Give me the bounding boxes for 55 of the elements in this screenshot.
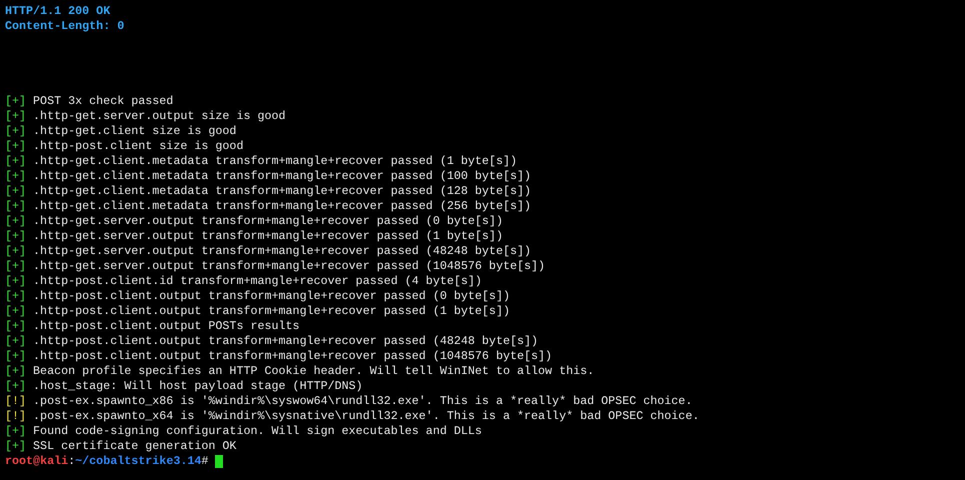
status-marker: [+] bbox=[5, 199, 26, 214]
log-line: .http-get.server.output size is good bbox=[33, 109, 286, 124]
status-marker: [+] bbox=[5, 109, 26, 124]
status-marker: [!] bbox=[5, 394, 26, 409]
log-line: .http-post.client.id transform+mangle+recover passed (4 byte[s]) bbox=[33, 274, 482, 289]
log-line: .http-get.server.output transform+mangle+recover passed (1 byte[s]) bbox=[33, 229, 503, 244]
log-line: .http-post.client.output transform+mangle+recover passed (48248 byte[s]) bbox=[33, 334, 538, 349]
status-marker: [+] bbox=[5, 424, 26, 439]
text-cursor bbox=[215, 455, 224, 468]
log-line: .post-ex.spawnto_x64 is '%windir%\sysnative\rundll32.exe'. This is a *really* bad OPSEC choice. bbox=[33, 409, 700, 424]
status-marker: [+] bbox=[5, 259, 26, 274]
response-line: Content-Length: 0 bbox=[5, 19, 126, 34]
log-line: .post-ex.spawnto_x86 is '%windir%\syswow64\rundll32.exe'. This is a *really* bad OPSEC choice. bbox=[33, 394, 692, 409]
prompt-symbol: # bbox=[201, 454, 208, 469]
log-line: .http-get.server.output transform+mangle+recover passed (0 byte[s]) bbox=[33, 214, 503, 229]
status-marker: [+] bbox=[5, 139, 26, 154]
log-line: .http-post.client.output transform+mangle+recover passed (0 byte[s]) bbox=[33, 289, 510, 304]
status-marker: [!] bbox=[5, 409, 26, 424]
prompt-separator: : bbox=[68, 454, 76, 469]
prompt-path: ~/cobaltstrike3.14 bbox=[75, 454, 202, 469]
status-marker: [+] bbox=[5, 289, 26, 304]
status-marker: [+] bbox=[5, 334, 26, 349]
log-line: .http-get.server.output transform+mangle+recover passed (48248 byte[s]) bbox=[33, 244, 532, 259]
log-line: SSL certificate generation OK bbox=[33, 439, 236, 454]
status-marker: [+] bbox=[5, 319, 26, 334]
log-line: .http-get.server.output transform+mangle+recover passed (1048576 byte[s]) bbox=[33, 259, 546, 274]
response-line: HTTP/1.1 200 OK bbox=[5, 4, 112, 19]
status-marker: [+] bbox=[5, 304, 26, 319]
log-line: .http-get.client.metadata transform+mangle+recover passed (100 byte[s]) bbox=[33, 169, 532, 184]
status-marker: [+] bbox=[5, 214, 26, 229]
log-line: .http-get.client.metadata transform+mangle+recover passed (256 byte[s]) bbox=[33, 199, 532, 214]
log-line: .http-post.client size is good bbox=[33, 139, 244, 154]
log-line: .http-post.client.output transform+mangle+recover passed (1048576 byte[s]) bbox=[33, 349, 552, 364]
log-line: .http-get.client.metadata transform+mangle+recover passed (128 byte[s]) bbox=[33, 184, 532, 199]
status-marker: [+] bbox=[5, 349, 26, 364]
log-line: .http-get.client.metadata transform+mangle+recover passed (1 byte[s]) bbox=[33, 154, 517, 169]
log-line: Found code-signing configuration. Will sign executables and DLLs bbox=[33, 424, 482, 439]
status-marker: [+] bbox=[5, 124, 26, 139]
log-line: .http-post.client.output POSTs results bbox=[33, 319, 300, 334]
prompt-user-host: root@kali bbox=[5, 454, 68, 469]
status-marker: [+] bbox=[5, 379, 26, 394]
status-marker: [+] bbox=[5, 364, 26, 379]
status-marker: [+] bbox=[5, 439, 26, 454]
log-line: .host_stage: Will host payload stage (HTTP/DNS) bbox=[33, 379, 363, 394]
status-marker: [+] bbox=[5, 244, 26, 259]
log-line: POST 3x check passed bbox=[33, 94, 174, 109]
log-line: .http-post.client.output transform+mangle+recover passed (1 byte[s]) bbox=[33, 304, 510, 319]
status-marker: [+] bbox=[5, 184, 26, 199]
log-line: Beacon profile specifies an HTTP Cookie header. Will tell WinINet to allow this. bbox=[33, 364, 594, 379]
status-marker: [+] bbox=[5, 229, 26, 244]
status-marker: [+] bbox=[5, 94, 26, 109]
status-marker: [+] bbox=[5, 274, 26, 289]
status-marker: [+] bbox=[5, 154, 26, 169]
status-marker: [+] bbox=[5, 169, 26, 184]
log-line: .http-get.client size is good bbox=[33, 124, 236, 139]
